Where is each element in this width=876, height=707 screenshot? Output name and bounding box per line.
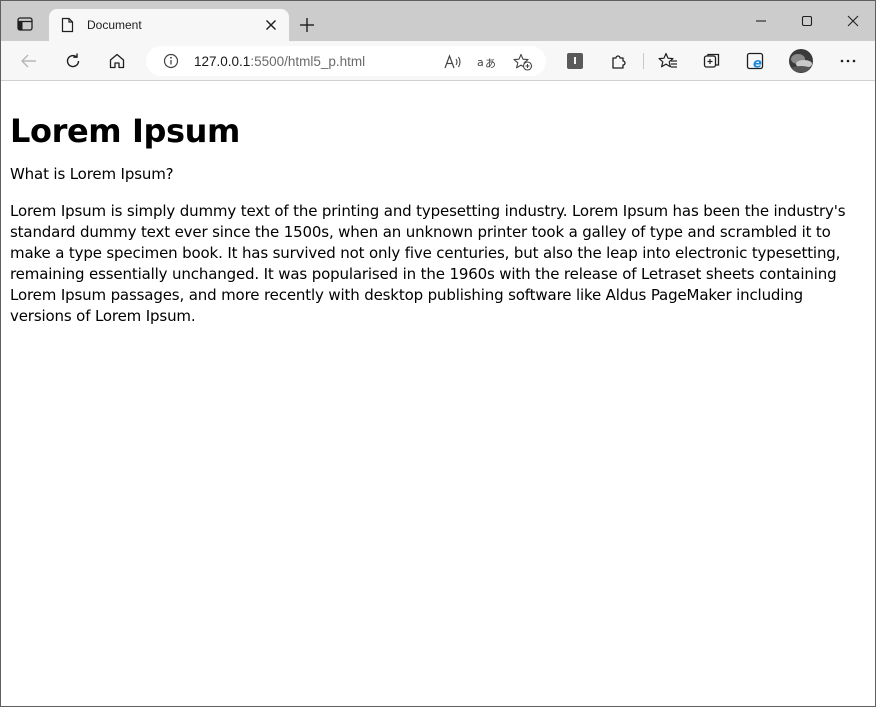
plus-icon[interactable] (293, 11, 321, 39)
profile-badge-icon[interactable]: I (559, 45, 591, 77)
favorites-icon[interactable] (652, 45, 684, 77)
more-icon[interactable] (832, 45, 864, 77)
svg-text:あ: あ (485, 57, 496, 70)
url-path: :5500/html5_p.html (250, 53, 366, 69)
puzzle-icon[interactable] (603, 45, 635, 77)
address-bar[interactable]: 127.0.0.1:5500/html5_p.html a あ (146, 46, 546, 76)
collections-icon[interactable] (696, 45, 728, 77)
tab-strip: Document (1, 1, 875, 41)
body-paragraph: Lorem Ipsum is simply dummy text of the … (10, 202, 846, 325)
window-close-button[interactable] (830, 1, 875, 41)
page-icon (61, 17, 75, 33)
home-icon[interactable] (101, 45, 133, 77)
translate-icon[interactable]: a あ (476, 52, 498, 72)
page-heading: Lorem Ipsum (10, 112, 240, 150)
info-icon[interactable] (162, 52, 180, 70)
profile-badge-label: I (573, 55, 577, 67)
page-content: Lorem Ipsum What is Lorem Ipsum? Lorem I… (2, 82, 874, 706)
question-paragraph: What is Lorem Ipsum? (10, 165, 174, 183)
ie-mode-icon[interactable]: e (740, 45, 772, 77)
maximize-button[interactable] (784, 1, 830, 41)
tab-document[interactable]: Document (49, 9, 289, 41)
tab-actions-icon[interactable] (9, 10, 41, 38)
close-icon[interactable] (259, 13, 283, 37)
tab-title: Document (87, 18, 142, 32)
avatar[interactable] (785, 45, 817, 77)
url-text[interactable]: 127.0.0.1:5500/html5_p.html (194, 54, 424, 69)
back-arrow-icon[interactable] (13, 45, 45, 77)
toolbar-separator (643, 53, 644, 69)
browser-window: Document 127.0.0.1:5500/html5_p.html a あ… (0, 0, 876, 707)
add-favorite-icon[interactable] (512, 52, 534, 72)
svg-text:e: e (753, 57, 762, 71)
read-aloud-icon[interactable] (442, 52, 464, 72)
browser-toolbar: 127.0.0.1:5500/html5_p.html a あ I e (1, 41, 875, 81)
svg-text:a: a (477, 56, 484, 69)
url-host: 127.0.0.1 (194, 53, 251, 69)
minimize-button[interactable] (738, 1, 784, 41)
refresh-icon[interactable] (57, 45, 89, 77)
